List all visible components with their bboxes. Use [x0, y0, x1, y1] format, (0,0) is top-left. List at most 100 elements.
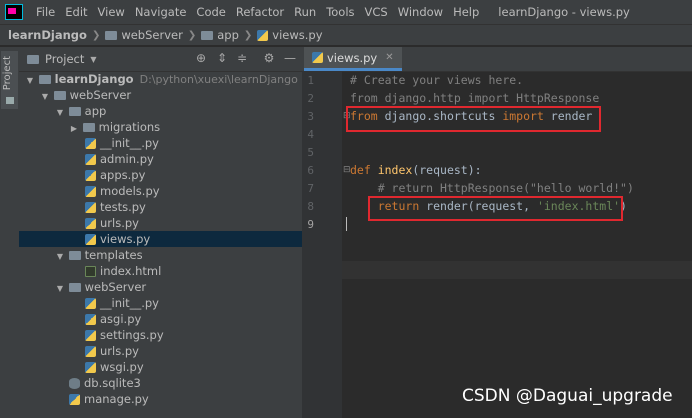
menu-tools[interactable]: Tools: [321, 5, 359, 19]
project-tool-tab-label: Project: [2, 56, 13, 91]
code-line-7[interactable]: # return HttpResponse("hello world!"): [350, 181, 690, 195]
code-unused-import: from django.http import HttpResponse: [350, 91, 600, 105]
tree-item-label: models.py: [100, 184, 160, 198]
tree-item-views-py[interactable]: views.py: [19, 231, 302, 247]
python-file-icon: [85, 346, 96, 357]
breadcrumb-app[interactable]: app: [217, 28, 239, 42]
code-comment: # Create your views here.: [350, 73, 524, 87]
breadcrumb-webserver[interactable]: webServer: [121, 28, 183, 42]
database-file-icon: [69, 378, 80, 389]
chevron-right-icon: ❯: [187, 29, 197, 41]
python-file-icon: [257, 29, 269, 41]
html-file-icon: [85, 266, 96, 277]
tree-item-label: views.py: [100, 232, 151, 246]
folder-icon: [68, 283, 81, 292]
menu-window[interactable]: Window: [393, 5, 448, 19]
tree-item-label: migrations: [98, 120, 161, 134]
tree-item-label: index.html: [100, 264, 162, 278]
tree-item-label: manage.py: [84, 392, 149, 406]
tree-item-path: D:\python\xuexi\learnDjango: [139, 73, 298, 86]
menu-edit[interactable]: Edit: [60, 5, 92, 19]
code-editor: views.py ✕ 1 2 3 4 5 6 7 8 9 ⊟ ⊟ # Creat…: [302, 47, 692, 418]
expand-all-icon[interactable]: ⇕: [215, 51, 229, 65]
editor-tabbar: views.py ✕: [302, 47, 692, 72]
line-number: 9: [307, 218, 314, 231]
gear-icon[interactable]: ⚙: [262, 51, 276, 65]
menu-vcs[interactable]: VCS: [360, 5, 393, 19]
pycharm-logo-icon: [5, 4, 23, 20]
project-panel: Project ▼ ⊕ ⇕ ≑ ⚙ — ▼ learnDjango D:\pyth…: [19, 47, 318, 418]
tree-item-label: webServer: [69, 88, 132, 102]
breadcrumb: learnDjango ❯ webServer ❯ app ❯ views.py: [0, 24, 692, 46]
menu-refactor[interactable]: Refactor: [231, 5, 289, 19]
tree-item-label: urls.py: [100, 344, 139, 358]
python-file-icon: [85, 298, 96, 309]
line-number: 5: [307, 146, 314, 159]
python-file-icon: [85, 154, 96, 165]
code-function-name: index: [370, 163, 413, 177]
code-line-1[interactable]: # Create your views here.: [350, 73, 690, 87]
tree-item-label: __init__.py: [100, 296, 159, 310]
chevron-right-icon: ❯: [243, 29, 253, 41]
line-number-gutter: 1 2 3 4 5 6 7 8 9: [302, 71, 342, 418]
line-number: 2: [307, 92, 314, 105]
breadcrumb-project[interactable]: learnDjango: [8, 28, 87, 42]
close-icon[interactable]: ✕: [385, 52, 393, 63]
python-file-icon: [85, 170, 96, 181]
menu-help[interactable]: Help: [448, 5, 484, 19]
text-cursor: [346, 217, 347, 231]
python-file-icon: [85, 314, 96, 325]
tree-item-label: settings.py: [100, 328, 164, 342]
code-line-6[interactable]: def index(request):: [350, 163, 690, 177]
line-number: 1: [307, 74, 314, 87]
folder-icon: [38, 75, 51, 84]
python-file-icon: [69, 394, 80, 405]
tree-item-webserver-package[interactable]: ▼ webServer: [19, 279, 338, 295]
folder-icon: [53, 91, 66, 100]
minimize-icon[interactable]: —: [283, 51, 297, 65]
collapse-all-icon[interactable]: ≑: [235, 51, 249, 65]
tree-item-app[interactable]: ▼ app: [19, 103, 338, 119]
tree-item-webserver[interactable]: ▼ webServer: [19, 87, 323, 103]
project-tool-tab[interactable]: Project: [1, 51, 18, 109]
python-file-icon: [85, 362, 96, 373]
python-file-icon: [312, 52, 323, 63]
python-file-icon: [85, 330, 96, 341]
folder-icon: [201, 30, 214, 40]
tree-item-templates[interactable]: ▼ templates: [19, 247, 338, 263]
folder-icon: [68, 107, 81, 116]
tree-item-label: wsgi.py: [100, 360, 144, 374]
dropdown-arrow-icon[interactable]: ▼: [90, 55, 96, 64]
line-number: 8: [307, 200, 314, 213]
current-line-highlight: [342, 261, 692, 279]
project-toolbar: Project ▼: [19, 47, 302, 72]
folder-icon: [68, 251, 81, 260]
tree-item-learndjango[interactable]: ▼ learnDjango D:\python\xuexi\learnDjango: [19, 71, 308, 87]
line-number: 7: [307, 182, 314, 195]
folder-icon: [6, 97, 14, 104]
tree-item-label: urls.py: [100, 216, 139, 230]
menu-run[interactable]: Run: [289, 5, 321, 19]
tree-item-label: db.sqlite3: [84, 376, 141, 390]
python-file-icon: [85, 138, 96, 149]
project-view-icon: [27, 54, 39, 64]
tree-item-label: templates: [84, 248, 143, 262]
crosshair-locate-icon[interactable]: ⊕: [194, 51, 208, 65]
chevron-right-icon: ❯: [91, 29, 101, 41]
menu-file[interactable]: File: [31, 5, 60, 19]
menu-navigate[interactable]: Navigate: [130, 5, 192, 19]
code-line-2[interactable]: from django.http import HttpResponse: [350, 91, 690, 105]
code-params: (request):: [412, 163, 482, 177]
window-title: learnDjango - views.py: [498, 5, 630, 19]
breadcrumb-file[interactable]: views.py: [272, 28, 322, 42]
python-file-icon: [85, 202, 96, 213]
code-comment: # return HttpResponse("hello world!"): [350, 181, 634, 195]
menu-code[interactable]: Code: [191, 5, 230, 19]
tool-window-strip: Project: [0, 47, 20, 418]
folder-icon: [105, 30, 118, 40]
menu-view[interactable]: View: [93, 5, 130, 19]
line-number: 4: [307, 128, 314, 141]
project-panel-title[interactable]: Project: [45, 52, 84, 66]
watermark: CSDN @Daguai_upgrade: [462, 386, 673, 406]
tab-views-py[interactable]: views.py ✕: [304, 47, 402, 71]
